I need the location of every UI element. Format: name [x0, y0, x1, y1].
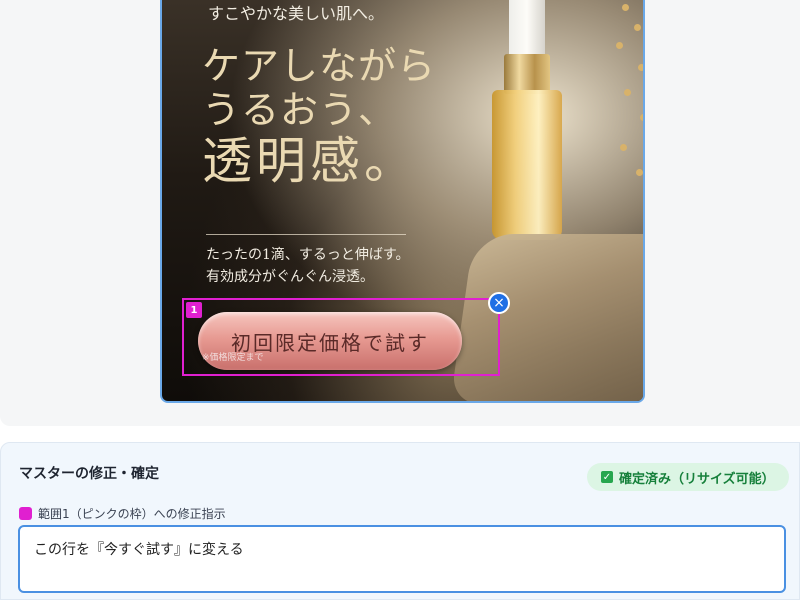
- panel-title: マスターの修正・確定: [19, 466, 159, 482]
- master-edit-panel: マスターの修正・確定 ✓ 確定済み（リサイズ可能） 範囲1（ピンクの枠）への修正…: [0, 442, 800, 600]
- status-badge-label: 確定済み（リサイズ可能）: [619, 471, 775, 487]
- ad-tagline: すこやかな美しい肌へ。: [208, 4, 385, 23]
- headline-line-3: 透明感。: [202, 132, 418, 191]
- ad-body-line-2: 有効成分がぐんぐん浸透。: [206, 269, 374, 286]
- check-icon: ✓: [601, 471, 613, 483]
- headline-line-1: ケアしながら: [202, 44, 437, 88]
- selection-region-1[interactable]: [182, 298, 500, 376]
- instruction-input[interactable]: この行を『今すぐ試す』に変える: [18, 525, 786, 593]
- ad-body-line-1: たったの1滴、するっと伸ばす。: [206, 247, 410, 263]
- headline-line-2: うるおう、: [202, 88, 398, 133]
- ad-body: たったの1滴、するっと伸ばす。 有効成分がぐんぐん浸透。: [206, 244, 410, 289]
- ad-divider: [206, 234, 406, 235]
- ad-headline: ケアしながら うるおう、 透明感。: [202, 44, 462, 190]
- pink-marker-icon: [19, 507, 32, 520]
- instruction-label: 範囲1（ピンクの枠）への修正指示: [19, 505, 226, 522]
- close-icon[interactable]: ×: [488, 292, 510, 314]
- selection-number-tag: 1: [186, 302, 202, 318]
- status-badge: ✓ 確定済み（リサイズ可能）: [587, 463, 789, 491]
- serum-bottle-image: [492, 0, 562, 254]
- plant-image: [602, 0, 643, 194]
- instruction-label-text: 範囲1（ピンクの枠）への修正指示: [38, 507, 226, 521]
- preview-panel: すこやかな美しい肌へ。 ケアしながら うるおう、 透明感。 たったの1滴、するっ…: [0, 0, 800, 426]
